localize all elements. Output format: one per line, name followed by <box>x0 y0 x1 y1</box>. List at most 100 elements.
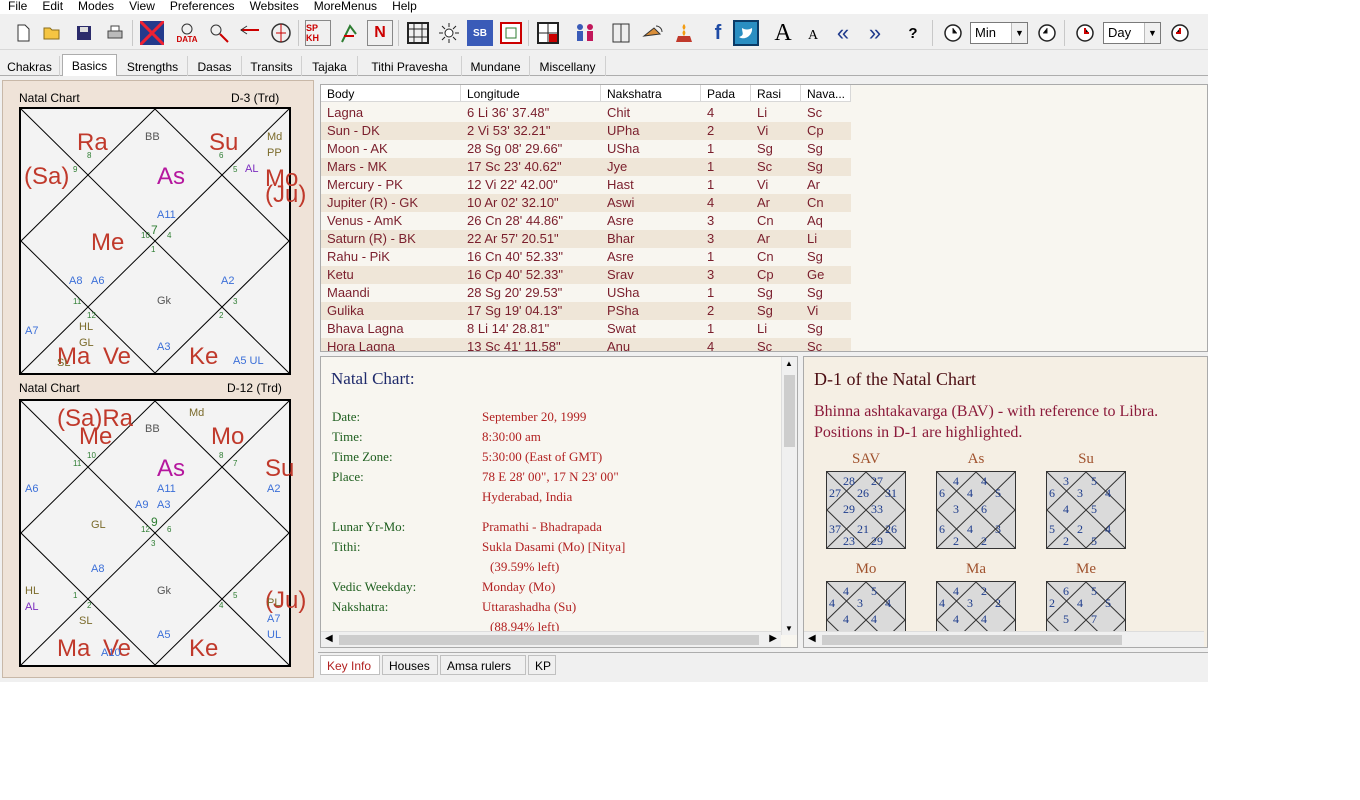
tab-transits[interactable]: Transits <box>242 56 302 76</box>
bav-value: 3 <box>953 502 959 516</box>
scroll-thumb[interactable] <box>339 635 759 645</box>
tab-houses[interactable]: Houses <box>382 655 438 675</box>
menu-file[interactable]: File <box>0 0 34 14</box>
table-row[interactable]: Bhava Lagna 8 Li 14' 28.81" Swat 1 Li Sg <box>321 320 851 338</box>
scroll-thumb[interactable] <box>784 375 795 447</box>
planet-mo: Mo <box>211 423 245 450</box>
table-row[interactable]: Gulika 17 Sg 19' 04.13" PSha 2 Sg Vi <box>321 302 851 320</box>
tab-dasas[interactable]: Dasas <box>188 56 242 76</box>
tool2-icon[interactable] <box>237 20 263 46</box>
scroll-left-icon[interactable]: ◀ <box>325 633 333 644</box>
table-row[interactable]: Lagna 6 Li 36' 37.48" Chit 4 Li Sc <box>321 104 851 122</box>
sb-icon[interactable]: SB <box>467 20 493 46</box>
font-large-icon[interactable]: A <box>770 20 796 46</box>
table-row[interactable]: Rahu - PiK 16 Cn 40' 52.33" Asre 1 Cn Sg <box>321 248 851 266</box>
bav-value: 29 <box>843 502 855 516</box>
min-select[interactable]: Min ▼ <box>970 22 1028 44</box>
tab-tajaka[interactable]: Tajaka <box>302 56 358 76</box>
column-header[interactable]: Nava... <box>801 85 851 102</box>
tab-strengths[interactable]: Strengths <box>118 56 188 76</box>
open-icon[interactable] <box>40 20 66 46</box>
column-header[interactable]: Body <box>321 85 461 102</box>
horn-icon[interactable] <box>640 20 666 46</box>
column-header[interactable]: Rasi <box>751 85 801 102</box>
chart-icon[interactable] <box>139 20 165 46</box>
menu-view[interactable]: View <box>121 0 162 14</box>
scroll-left-icon[interactable]: ◀ <box>808 633 816 644</box>
vertical-scrollbar[interactable]: ▲ ▼ <box>781 357 797 635</box>
menu-preferences[interactable]: Preferences <box>162 0 242 14</box>
k-icon[interactable] <box>336 20 362 46</box>
table-row[interactable]: Saturn (R) - BK 22 Ar 57' 20.51" Bhar 3 Ar Li <box>321 230 851 248</box>
grid-icon[interactable] <box>405 20 431 46</box>
table-row[interactable]: Moon - AK 28 Sg 08' 29.66" USha 1 Sg Sg <box>321 140 851 158</box>
tab-tithi-pravesha[interactable]: Tithi Pravesha <box>358 56 462 76</box>
column-header[interactable]: Longitude <box>461 85 601 102</box>
bav-value: 2 <box>995 596 1001 610</box>
k2-icon[interactable] <box>498 20 524 46</box>
font-small-icon[interactable]: A <box>800 20 826 46</box>
spkh-icon[interactable]: SP KH <box>305 20 331 46</box>
day-select[interactable]: Day ▼ <box>1103 22 1161 44</box>
table-row[interactable]: Maandi 28 Sg 20' 29.53" USha 1 Sg Sg <box>321 284 851 302</box>
new-icon[interactable] <box>10 20 36 46</box>
fire-icon[interactable] <box>671 20 697 46</box>
scroll-down-icon[interactable]: ▼ <box>785 624 793 633</box>
table-cell: Sg <box>757 303 773 318</box>
twitter-icon[interactable] <box>733 20 759 46</box>
tab-chakras[interactable]: Chakras <box>0 56 60 76</box>
tool-icon[interactable] <box>206 20 232 46</box>
menu-modes[interactable]: Modes <box>70 0 121 14</box>
back-icon[interactable]: « <box>830 20 856 46</box>
scroll-up-icon[interactable]: ▲ <box>785 359 793 368</box>
table-cell: Li <box>757 105 768 120</box>
scroll-thumb[interactable] <box>822 635 1122 645</box>
clock-back2-icon[interactable] <box>1072 20 1098 46</box>
tab-amsa-rulers[interactable]: Amsa rulers <box>440 655 526 675</box>
menu-edit[interactable]: Edit <box>34 0 70 14</box>
bav-mini-chart[interactable]: 28 27 27 26 31 29 33 37 21 26 23 29 <box>826 471 906 549</box>
table-cell: USha <box>607 285 640 300</box>
horizontal-scrollbar[interactable]: ◀ ▶ <box>321 631 781 647</box>
table-row[interactable]: Ketu 16 Cp 40' 52.33" Srav 3 Cp Ge <box>321 266 851 284</box>
n-icon[interactable]: N <box>367 20 393 46</box>
table-row[interactable]: Hora Lagna 13 Sc 41' 11.58" Anu 4 Sc Sc <box>321 338 851 351</box>
d3-chart[interactable]: Ra Su (Sa) As Mo (Ju) Me Ma Ve Ke BB Md … <box>19 107 306 375</box>
save-icon[interactable] <box>71 20 97 46</box>
print-icon[interactable] <box>102 20 128 46</box>
data-icon[interactable]: DATA <box>174 20 200 46</box>
tab-mundane[interactable]: Mundane <box>462 56 530 76</box>
box-icon[interactable] <box>535 20 561 46</box>
sun-icon[interactable] <box>436 20 462 46</box>
table-row[interactable]: Jupiter (R) - GK 10 Ar 02' 32.10" Aswi 4 Ar C… <box>321 194 851 212</box>
table-row[interactable]: Sun - DK 2 Vi 53' 32.21" UPha 2 Vi Cp <box>321 122 851 140</box>
table-cell: 26 Cn 28' 44.86" <box>467 213 564 228</box>
scroll-right-icon[interactable]: ▶ <box>769 633 777 644</box>
help-icon[interactable]: ? <box>900 20 926 46</box>
tab-basics[interactable]: Basics <box>62 54 117 76</box>
menu-help[interactable]: Help <box>384 0 424 14</box>
tab-miscellany[interactable]: Miscellany <box>530 56 606 76</box>
table-row[interactable]: Venus - AmK 26 Cn 28' 44.86" Asre 3 Cn Aq <box>321 212 851 230</box>
compass-icon[interactable] <box>268 20 294 46</box>
menu-moremenus[interactable]: MoreMenus <box>306 0 384 14</box>
bav-mini-chart[interactable]: 356344552425 <box>1046 471 1126 549</box>
table-row[interactable]: Mercury - PK 12 Vi 22' 42.00" Hast 1 Vi Ar <box>321 176 851 194</box>
clock-back-icon[interactable] <box>940 20 966 46</box>
book-icon[interactable] <box>608 20 634 46</box>
clock-fwd2-icon[interactable] <box>1167 20 1193 46</box>
forward-icon[interactable]: » <box>862 20 888 46</box>
bav-mini-chart[interactable]: 446453664322 <box>936 471 1016 549</box>
column-header[interactable]: Nakshatra <box>601 85 701 102</box>
tab-key-info[interactable]: Key Info <box>320 655 380 675</box>
horizontal-scrollbar[interactable]: ◀ <box>804 631 1204 647</box>
menu-websites[interactable]: Websites <box>242 0 306 14</box>
column-header[interactable]: Pada <box>701 85 751 102</box>
facebook-icon[interactable]: f <box>705 20 731 46</box>
clock-fwd-icon[interactable] <box>1034 20 1060 46</box>
positions-table[interactable]: Body Longitude Nakshatra Pada Rasi Nava.… <box>320 84 1208 352</box>
d12-chart[interactable]: (Sa)Ra Me As Mo Su (Ju) Ma Ve Ke BB Md A… <box>19 399 306 667</box>
tab-kp[interactable]: KP <box>528 655 556 675</box>
people-icon[interactable] <box>572 20 598 46</box>
table-row[interactable]: Mars - MK 17 Sc 23' 40.62" Jye 1 Sc Sg <box>321 158 851 176</box>
